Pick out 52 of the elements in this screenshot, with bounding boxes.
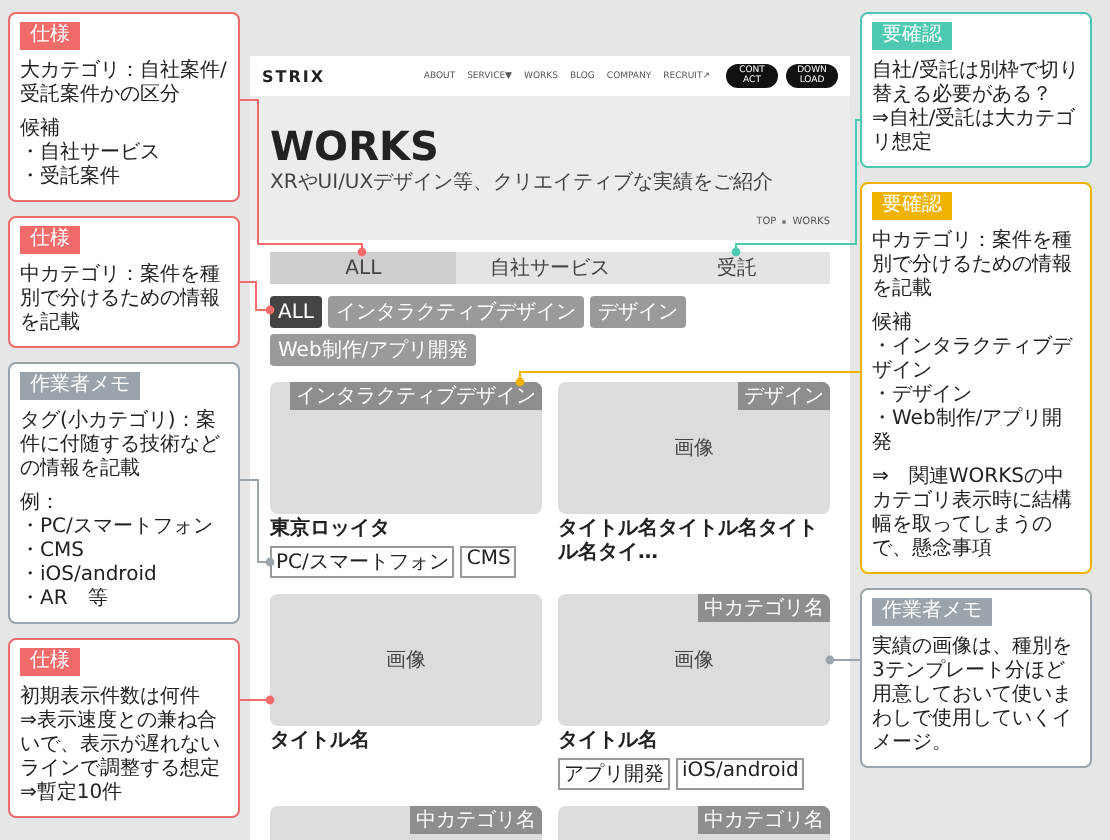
tech-tag: iOS/android <box>676 758 805 790</box>
note-text: 大カテゴリ：自社案件/受託案件かの区分 <box>20 60 228 108</box>
note-label: 要確認 <box>872 192 952 220</box>
image-label: 画像 <box>674 436 714 462</box>
note-text: ・インタラクティブデザイン <box>872 336 1075 384</box>
note-text: 初期表示件数は何件 <box>20 686 202 709</box>
card-title[interactable]: 東京ロッイタ <box>270 518 542 542</box>
category-badge: 中カテゴリ名 <box>410 806 542 834</box>
note-text: ⇒ 関連WORKSの中カテゴリ表示時に結構幅を取ってしまうので、懸念事項 <box>872 466 1074 562</box>
note-text: ・CMS <box>20 540 86 564</box>
note-label: 作業者メモ <box>20 372 140 400</box>
category-badge: デザイン <box>738 382 830 410</box>
note-text: ・PC/スマートフォン <box>20 516 215 540</box>
image-label: 画像 <box>386 648 426 674</box>
note-label: 作業者メモ <box>872 598 992 626</box>
category-badge: 中カテゴリ名 <box>698 594 830 622</box>
page-title: WORKS <box>270 124 441 168</box>
note-text: ⇒表示速度との兼ね合いで、表示が遅れないラインで調整する想定 <box>20 710 222 781</box>
note-label: 仕様 <box>20 648 80 676</box>
category-badge: インタラクティブデザイン <box>290 382 542 410</box>
note-text: 候補 <box>20 118 60 142</box>
note-text: 例： <box>20 492 62 516</box>
tech-tag: PC/スマートフォン <box>270 546 455 578</box>
note-text: 中カテゴリ：案件を種別で分けるための情報を記載 <box>20 264 222 336</box>
page-subtitle: XRやUI/UXデザイン等、クリエイティブな実績をご紹介 <box>270 169 776 196</box>
category-badge: 中カテゴリ名 <box>698 806 830 834</box>
note-text: ・Web制作/アプリ開発 <box>872 408 1065 456</box>
separator-dot <box>782 220 787 224</box>
image-label: 画像 <box>674 648 714 674</box>
category-tab[interactable]: ALL <box>270 252 457 284</box>
filter-chip[interactable]: ALL <box>270 296 322 328</box>
note-text: ・受託案件 <box>20 166 122 190</box>
note-label: 仕様 <box>20 226 80 254</box>
note-label: 要確認 <box>872 22 952 50</box>
note-text: 自社/受託は別枠で切り替える必要がある？ <box>872 60 1080 107</box>
card-title[interactable]: タイトル名タイトル名タイトル名タイ… <box>558 518 830 566</box>
card-title[interactable]: タイトル名 <box>270 730 542 754</box>
note-text: 候補 <box>872 312 914 336</box>
note-text: ⇒暫定10件 <box>20 782 125 806</box>
tech-tag: CMS <box>460 546 517 578</box>
note-text: ・AR 等 <box>20 588 110 612</box>
note-text: タグ(小カテゴリ)：案件に付随する技術などの情報を記載 <box>20 410 222 482</box>
note-text: 中カテゴリ：案件を種別で分けるための情報を記載 <box>872 230 1074 302</box>
tech-tag: アプリ開発 <box>558 758 670 790</box>
logo[interactable]: STRIX <box>262 67 326 85</box>
note-text: ・デザイン <box>872 384 974 407</box>
note-text: ・iOS/android <box>20 564 159 588</box>
card-title[interactable]: タイトル名 <box>558 730 830 754</box>
note-text: ・自社サービス <box>20 142 162 165</box>
note-label: 仕様 <box>20 22 80 50</box>
note-text: 実績の画像は、種別を3テンプレート分ほど用意しておいて使いまわしで使用していくイメージ。 <box>872 636 1074 756</box>
note-text: ⇒自社/受託は大カテゴリ想定 <box>872 108 1078 156</box>
